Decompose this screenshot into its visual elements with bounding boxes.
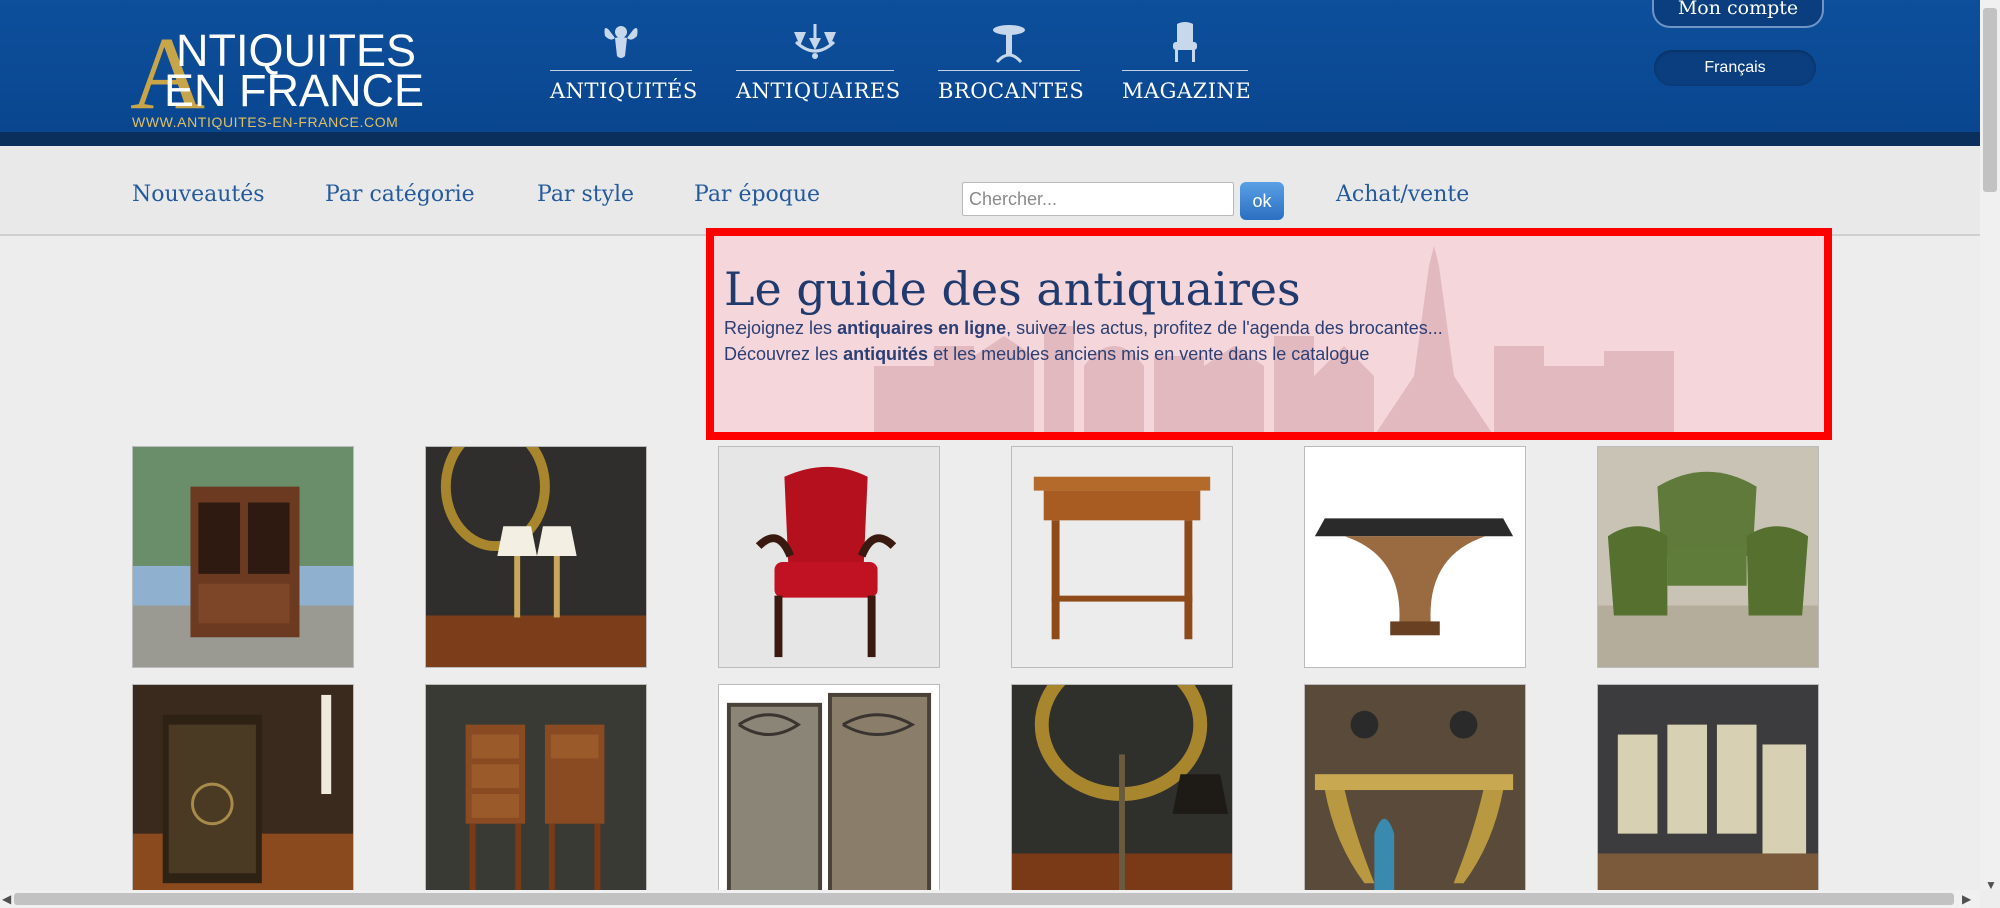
product-tile-nightstands[interactable]: [425, 684, 647, 906]
horizontal-scrollbar-thumb[interactable]: [14, 893, 1954, 905]
product-tile-green-armchairs[interactable]: [1597, 446, 1819, 668]
vertical-scrollbar-thumb[interactable]: [1983, 8, 1997, 192]
brass-lamps-image: [426, 447, 646, 667]
hero-line-2-post: et les meubles anciens mis en vente dans…: [928, 344, 1370, 364]
hero-title: Le guide des antiquaires: [724, 262, 1301, 316]
nav-antiquites-label: ANTIQUITÉS: [550, 79, 698, 103]
subnav-achat-vente[interactable]: Achat/vente: [1336, 182, 1469, 207]
account-button[interactable]: Mon compte: [1652, 0, 1824, 28]
hero-line-1-pre: Rejoignez les: [724, 318, 838, 338]
hero-line-2-bold: antiquités: [843, 344, 929, 364]
subnav-nouveautes[interactable]: Nouveautés: [132, 182, 265, 207]
product-tile-console[interactable]: [1304, 684, 1526, 906]
nav-magazine[interactable]: MAGAZINE: [1122, 20, 1252, 110]
nightstands-pair-image: [426, 685, 646, 905]
hero-line-2: Découvrez les antiquités et les meubles …: [724, 344, 1369, 365]
nav-brocantes[interactable]: BROCANTES: [938, 20, 1085, 110]
product-tile-bookcase[interactable]: [132, 446, 354, 668]
product-tile-red-armchair[interactable]: [718, 446, 940, 668]
product-tile-side-table[interactable]: [1011, 446, 1233, 668]
bookcase-image: [133, 447, 353, 667]
product-tile-book-box[interactable]: [132, 684, 354, 906]
armchair-icon: [1173, 22, 1197, 62]
painted-armchairs-image: [1598, 685, 1818, 905]
iron-gates-image: [719, 685, 939, 905]
nav-brocantes-label: BROCANTES: [938, 79, 1085, 103]
site-logo[interactable]: A NTIQUITES EN FRANCE WWW.ANTIQUITES-EN-…: [130, 22, 440, 132]
cherub-icon: [604, 26, 638, 58]
hero-banner: Le guide des antiquaires Rejoignez les a…: [706, 228, 1832, 440]
hero-line-1-post: , suivez les actus, profitez de l'agenda…: [1006, 318, 1443, 338]
nav-antiquaires[interactable]: ANTIQUAIRES: [736, 20, 901, 110]
hero-line-1: Rejoignez les antiquaires en ligne, suiv…: [724, 318, 1443, 339]
nav-antiquites[interactable]: ANTIQUITÉS: [550, 20, 698, 110]
subnav-par-epoque[interactable]: Par époque: [694, 182, 820, 207]
product-tile-gilt-mirror[interactable]: [1011, 684, 1233, 906]
site-header: A NTIQUITES EN FRANCE WWW.ANTIQUITES-EN-…: [0, 0, 1980, 146]
product-tile-iron-gates[interactable]: [718, 684, 940, 906]
gilt-mirror-image: [1012, 685, 1232, 905]
hero-line-1-bold: antiquaires en ligne: [837, 318, 1007, 338]
console-bronzes-image: [1305, 685, 1525, 905]
leather-book-box-image: [133, 685, 353, 905]
scroll-down-arrow-icon[interactable]: ▼: [1985, 878, 1997, 892]
green-armchairs-image: [1598, 447, 1818, 667]
chandelier-icon: [794, 24, 836, 59]
scroll-left-arrow-icon[interactable]: ◀: [2, 892, 11, 906]
scroll-right-arrow-icon[interactable]: ▶: [1962, 892, 1971, 906]
search-ok-button[interactable]: ok: [1240, 182, 1284, 220]
red-armchair-image: [719, 447, 939, 667]
nav-magazine-label: MAGAZINE: [1122, 79, 1252, 103]
nav-antiquaires-label: ANTIQUAIRES: [736, 79, 901, 103]
pedestal-table-icon: [993, 25, 1025, 64]
glass-top-table-image: [1305, 447, 1525, 667]
product-tile-painted-armchairs[interactable]: [1597, 684, 1819, 906]
subnav-par-style[interactable]: Par style: [537, 182, 634, 207]
logo-line2: EN FRANCE: [164, 65, 425, 116]
logo-url: WWW.ANTIQUITES-EN-FRANCE.COM: [132, 114, 399, 130]
language-button[interactable]: Français: [1654, 50, 1816, 86]
hero-line-2-pre: Découvrez les: [724, 344, 844, 364]
product-tile-glass-table[interactable]: [1304, 446, 1526, 668]
search-input[interactable]: [962, 182, 1234, 216]
subnav-par-categorie[interactable]: Par catégorie: [325, 182, 475, 207]
product-tile-lamps[interactable]: [425, 446, 647, 668]
sub-navigation: Nouveautés Par catégorie Par style Par é…: [0, 146, 1980, 236]
wooden-side-table-image: [1012, 447, 1232, 667]
